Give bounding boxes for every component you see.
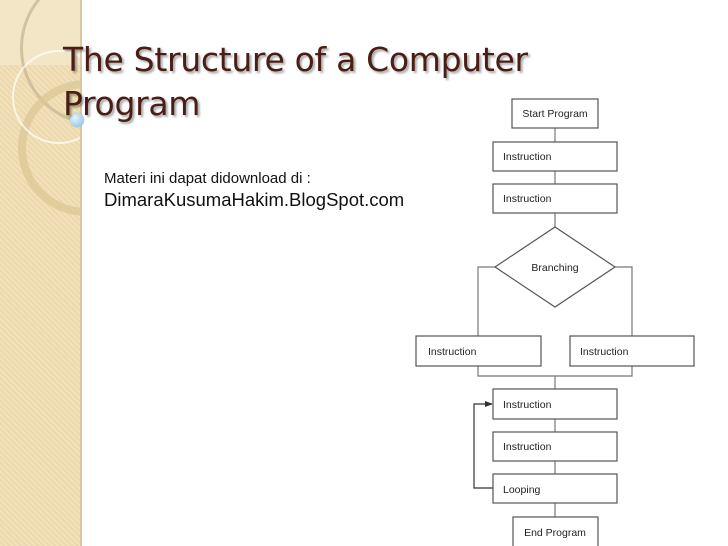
node-instruction: Instruction [492,431,618,462]
node-end: End Program [512,516,599,546]
node-label: Instruction [503,151,552,163]
node-label: Instruction [580,346,629,358]
connector [477,366,633,377]
node-label: Start Program [522,108,588,120]
connector [615,266,633,336]
node-label: Instruction [428,346,477,358]
node-instruction: Instruction [492,388,618,420]
node-label: End Program [524,527,586,539]
node-label: Instruction [503,441,552,453]
node-label: Instruction [503,193,552,205]
node-label: Instruction [503,399,552,411]
connector [477,266,495,336]
node-label: Looping [503,484,541,496]
loop-arrow [473,401,493,489]
node-start: Start Program [511,98,599,129]
node-label: Branching [531,262,578,274]
node-branching: Branching [493,226,617,308]
node-instruction: Instruction [492,183,618,214]
node-instruction: Instruction [492,141,618,172]
node-instruction-right: Instruction [569,335,695,367]
flowchart: Start Program Instruction Instruction Br… [415,98,695,546]
node-instruction-left: Instruction [415,335,542,367]
node-looping: Looping [492,473,618,504]
